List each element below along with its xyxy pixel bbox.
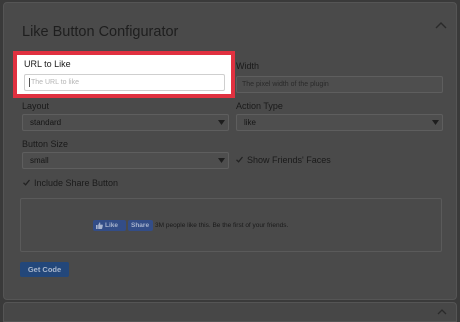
preview-like-count: 3M people like this. Be the first of you… bbox=[155, 222, 289, 229]
like-button-configurator-panel: Like Button Configurator Width The pixel… bbox=[3, 2, 457, 300]
action-type-label: Action Type bbox=[236, 101, 283, 111]
preview-share-button[interactable]: Share bbox=[128, 220, 153, 231]
action-type-select-value: like bbox=[244, 118, 257, 127]
layout-select[interactable]: standard bbox=[22, 114, 229, 131]
url-to-like-highlight: URL to Like The URL to like bbox=[13, 51, 235, 98]
preview-like-button[interactable]: Like bbox=[93, 220, 126, 231]
width-label: Width bbox=[236, 61, 260, 71]
width-input-placeholder: The pixel width of the plugin bbox=[242, 81, 329, 88]
layout-label: Layout bbox=[22, 101, 50, 111]
include-share-checkbox[interactable] bbox=[23, 179, 30, 186]
url-to-like-placeholder: The URL to like bbox=[31, 79, 79, 86]
url-to-like-label: URL to Like bbox=[24, 59, 71, 69]
chevron-down-icon bbox=[218, 158, 225, 163]
chevron-down-icon bbox=[432, 120, 439, 125]
panel-title: Like Button Configurator bbox=[22, 24, 179, 40]
url-to-like-input[interactable]: The URL to like bbox=[24, 74, 225, 91]
show-faces-label: Show Friends' Faces bbox=[247, 155, 331, 165]
chevron-down-icon bbox=[218, 120, 225, 125]
button-size-select-value: small bbox=[30, 156, 49, 165]
width-input[interactable]: The pixel width of the plugin bbox=[236, 76, 443, 93]
preview-like-label: Like bbox=[105, 222, 119, 229]
layout-select-value: standard bbox=[30, 118, 62, 127]
chevron-up-icon[interactable] bbox=[434, 20, 448, 30]
button-size-select[interactable]: small bbox=[22, 152, 229, 169]
action-type-select[interactable]: like bbox=[236, 114, 443, 131]
get-code-button[interactable]: Get Code bbox=[20, 262, 69, 277]
thumbs-up-icon bbox=[96, 222, 103, 229]
show-faces-checkbox[interactable] bbox=[236, 156, 243, 163]
include-share-label: Include Share Button bbox=[34, 178, 119, 188]
like-button-preview: Like Share 3M people like this. Be the f… bbox=[20, 198, 442, 252]
chevron-up-icon[interactable] bbox=[436, 308, 448, 316]
preview-share-label: Share bbox=[131, 222, 150, 229]
button-size-label: Button Size bbox=[22, 139, 69, 149]
next-panel-header bbox=[3, 302, 457, 322]
text-cursor bbox=[29, 78, 30, 87]
